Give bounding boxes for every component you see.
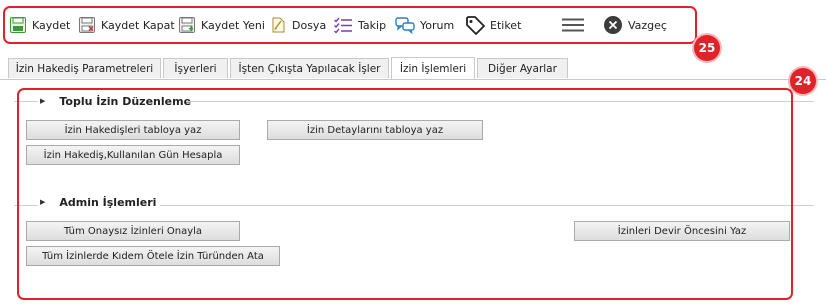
tab-izin-hakedis-parametreleri[interactable]: İzin Hakediş Parametreleri xyxy=(8,58,161,78)
content-callout-frame xyxy=(17,88,793,300)
tab-bar: İzin Hakediş Parametreleri İşyerleri İşt… xyxy=(0,57,826,79)
tab-izin-islemleri[interactable]: İzin İşlemleri xyxy=(391,57,475,79)
tab-isyerleri[interactable]: İşyerleri xyxy=(163,58,228,78)
tab-isten-cikista-yapilacak-isler[interactable]: İşten Çıkışta Yapılacak İşler xyxy=(230,58,389,78)
toolbar: Kaydet Kaydet Kapat Kaydet Yeni Dosya Ta… xyxy=(0,0,826,61)
tab-diger-ayarlar[interactable]: Diğer Ayarlar xyxy=(477,58,568,78)
toolbar-callout-frame xyxy=(3,6,697,44)
callout-badge-24: 24 xyxy=(790,68,816,94)
izin-islemleri-panel: ▶ Toplu İzin Düzenleme İzin Hakedişleri … xyxy=(0,68,826,305)
